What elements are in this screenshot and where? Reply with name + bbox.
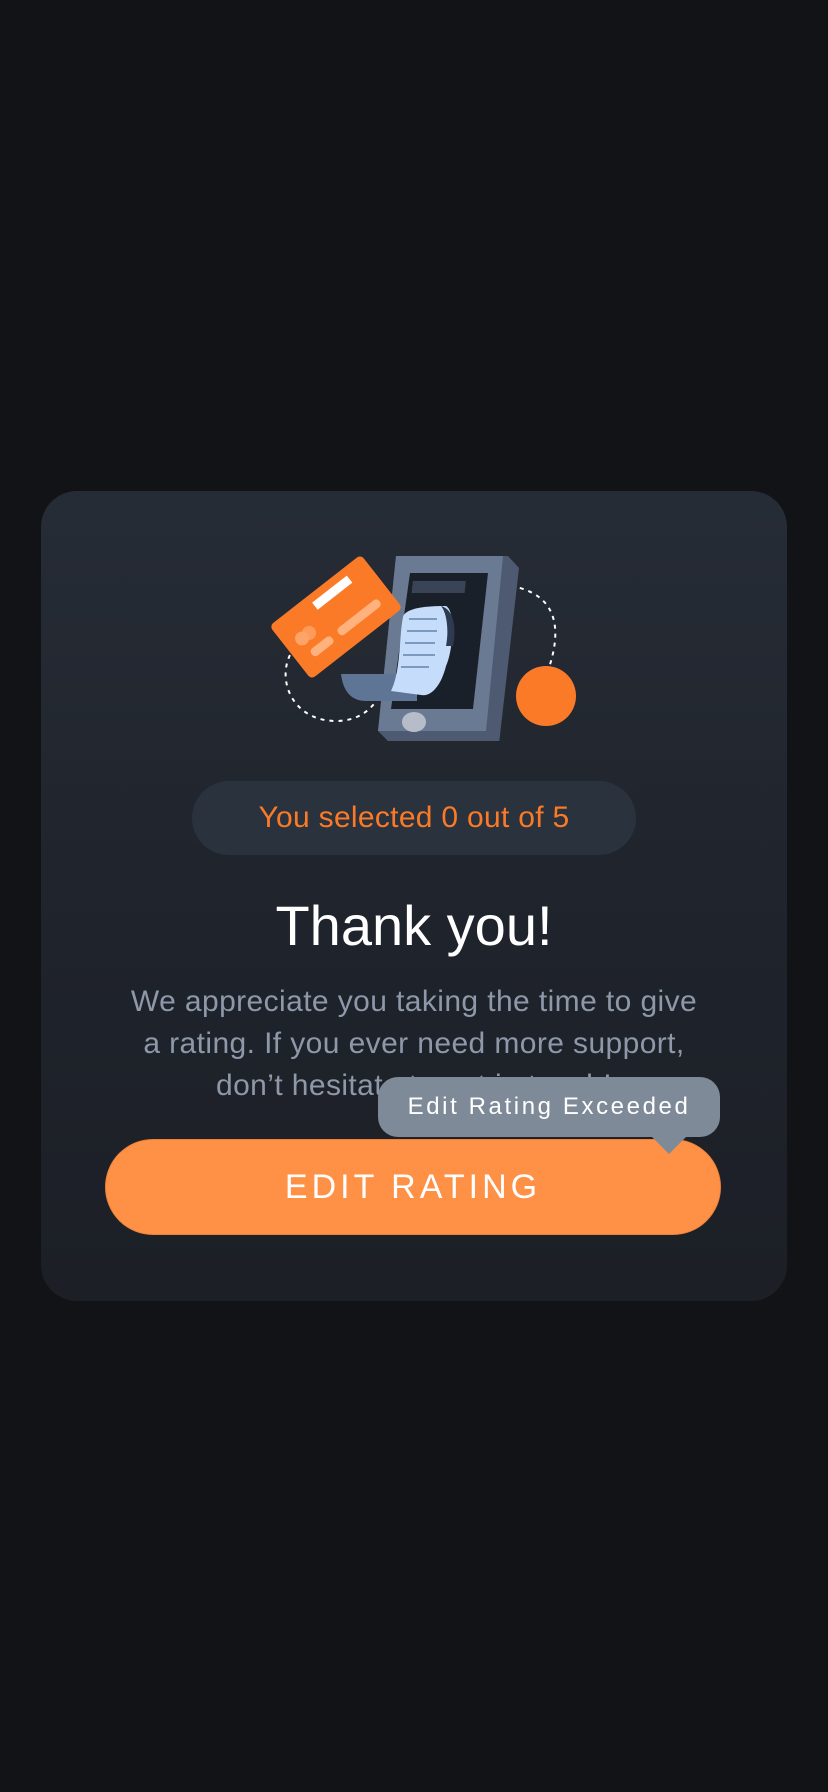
rating-selected-text: You selected 0 out of 5: [258, 801, 570, 834]
credit-card-icon: [271, 556, 401, 678]
tooltip-arrow: [651, 1136, 687, 1154]
payment-illustration: [271, 556, 576, 741]
dashed-orbit-right: [510, 585, 557, 677]
message-line: We appreciate you taking the time to giv…: [130, 985, 698, 1018]
edit-rating-tooltip: Edit Rating Exceeded: [378, 1077, 720, 1137]
tooltip-text: Edit Rating Exceeded: [407, 1093, 691, 1120]
edit-rating-button[interactable]: EDIT RATING: [105, 1139, 721, 1235]
message-line: a rating. If you ever need more support,: [143, 1027, 685, 1060]
rating-selected-badge: You selected 0 out of 5: [192, 781, 636, 855]
thank-you-card: You selected 0 out of 5 Thank you! We ap…: [41, 491, 787, 1301]
orange-dot: [516, 666, 576, 726]
page-title: Thank you!: [275, 894, 553, 957]
